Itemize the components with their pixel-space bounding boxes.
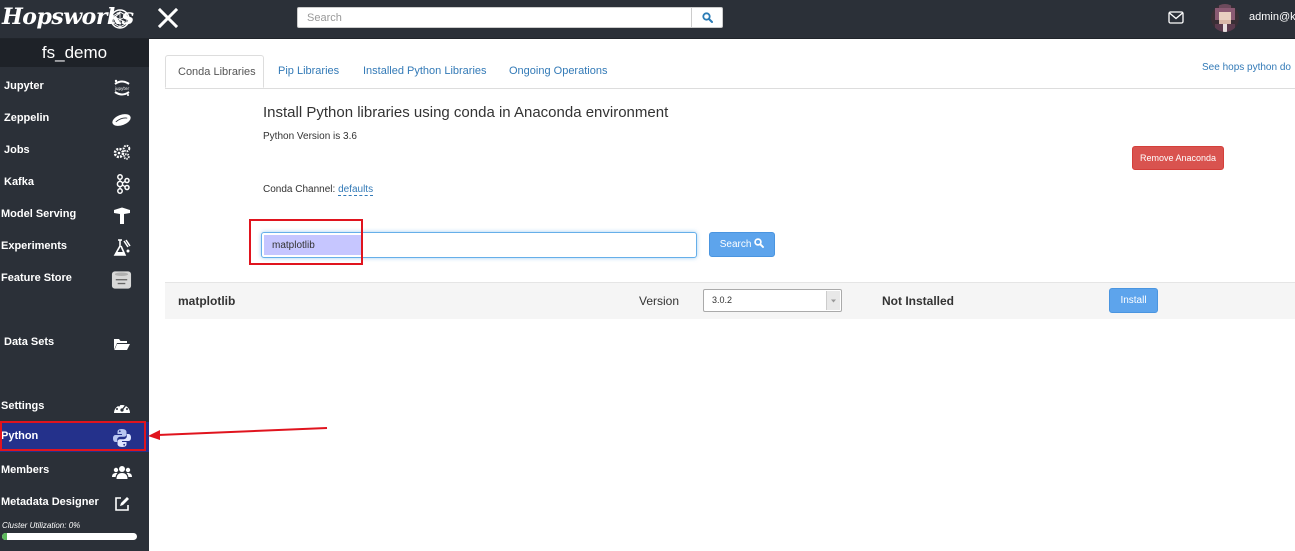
hops-logo-icon — [110, 9, 130, 29]
tab-ongoing-operations[interactable]: Ongoing Operations — [509, 55, 607, 88]
close-icon[interactable] — [157, 7, 179, 29]
library-name: matplotlib — [178, 294, 236, 308]
sidebar-item-label: Model Serving — [1, 208, 77, 220]
library-result-row: matplotlib Version 3.0.2 Not Installed I… — [165, 282, 1295, 319]
sidebar-item-label: Jupyter — [4, 80, 44, 92]
library-tabs: Conda Libraries Pip Libraries Installed … — [165, 55, 1295, 89]
sidebar-item-metadata-designer[interactable]: Metadata Designer — [0, 488, 149, 518]
sidebar-item-label: Data Sets — [4, 336, 55, 348]
page-title: Install Python libraries using conda in … — [263, 104, 669, 121]
remove-anaconda-button[interactable]: Remove Anaconda — [1132, 146, 1224, 170]
sidebar-item-label: Experiments — [1, 240, 68, 252]
annotation-highlight-python — [0, 421, 146, 451]
users-icon — [111, 462, 132, 481]
sidebar: fs_demo Jupyter jupyter Zeppelin Jobs Ka… — [0, 39, 149, 551]
search-icon — [754, 238, 765, 248]
sidebar-item-feature-store[interactable]: Feature Store — [0, 264, 149, 294]
sidebar-item-experiments[interactable]: Experiments — [0, 232, 149, 262]
tab-installed-python-libraries[interactable]: Installed Python Libraries — [363, 55, 487, 88]
gears-icon — [111, 142, 132, 161]
install-button[interactable]: Install — [1109, 288, 1158, 313]
sidebar-item-label: Kafka — [4, 176, 34, 188]
global-search — [297, 7, 723, 28]
python-version: Python Version is 3.6 — [263, 131, 357, 142]
model-serving-icon — [111, 206, 132, 225]
user-menu[interactable]: admin@k — [1249, 11, 1295, 23]
tab-conda-libraries[interactable]: Conda Libraries — [165, 55, 264, 88]
conda-channel-link[interactable]: defaults — [338, 184, 374, 196]
sidebar-item-model-serving[interactable]: Model Serving — [0, 200, 149, 230]
sidebar-item-label: Metadata Designer — [1, 496, 99, 508]
sidebar-item-jupyter[interactable]: Jupyter jupyter — [0, 72, 149, 102]
cluster-utilization-bar — [2, 533, 137, 540]
feature-store-icon — [111, 270, 132, 289]
sidebar-item-kafka[interactable]: Kafka — [0, 168, 149, 198]
python-docs-link[interactable]: See hops python do — [1202, 62, 1291, 73]
zeppelin-icon — [111, 110, 132, 129]
global-search-input[interactable] — [298, 8, 692, 27]
version-select-value: 3.0.2 — [712, 295, 733, 305]
avatar[interactable] — [1211, 4, 1239, 32]
conda-channel: Conda Channel: defaults — [263, 184, 374, 196]
sidebar-item-zeppelin[interactable]: Zeppelin — [0, 104, 149, 134]
tab-pip-libraries[interactable]: Pip Libraries — [278, 55, 339, 88]
folder-open-icon — [111, 334, 132, 353]
sidebar-item-label: Jobs — [4, 144, 30, 156]
conda-channel-label: Conda Channel: — [263, 184, 339, 195]
sidebar-item-jobs[interactable]: Jobs — [0, 136, 149, 166]
sidebar-item-label: Members — [1, 464, 50, 476]
edit-icon — [111, 494, 132, 513]
sidebar-item-label: Feature Store — [1, 272, 72, 284]
cluster-utilization-fill — [2, 533, 8, 540]
sidebar-item-data-sets[interactable]: Data Sets — [0, 328, 149, 358]
chevron-down-icon — [826, 291, 840, 310]
jupyter-icon: jupyter — [111, 78, 132, 97]
sidebar-item-label: Zeppelin — [4, 112, 50, 124]
install-status: Not Installed — [882, 294, 955, 308]
svg-text:jupyter: jupyter — [113, 86, 129, 91]
kafka-icon — [111, 173, 132, 194]
library-search-button[interactable]: Search — [709, 232, 775, 257]
main-content: Conda Libraries Pip Libraries Installed … — [149, 39, 1295, 551]
global-search-button[interactable] — [691, 8, 722, 27]
top-navbar: Hopsworks admin@k — [0, 0, 1295, 39]
sidebar-item-members[interactable]: Members — [0, 456, 149, 486]
project-name[interactable]: fs_demo — [0, 39, 149, 67]
version-select[interactable]: 3.0.2 — [703, 289, 842, 312]
version-label: Version — [639, 294, 680, 308]
search-icon — [701, 12, 713, 23]
annotation-highlight-input — [249, 219, 363, 265]
sidebar-item-settings[interactable]: Settings — [0, 392, 149, 422]
library-search-button-label: Search — [719, 239, 752, 250]
dashboard-icon — [111, 398, 132, 417]
sidebar-item-label: Settings — [1, 400, 45, 412]
experiments-icon — [111, 238, 132, 257]
envelope-icon[interactable] — [1168, 11, 1184, 24]
cluster-utilization-label: Cluster Utilization: 0% — [2, 521, 81, 530]
